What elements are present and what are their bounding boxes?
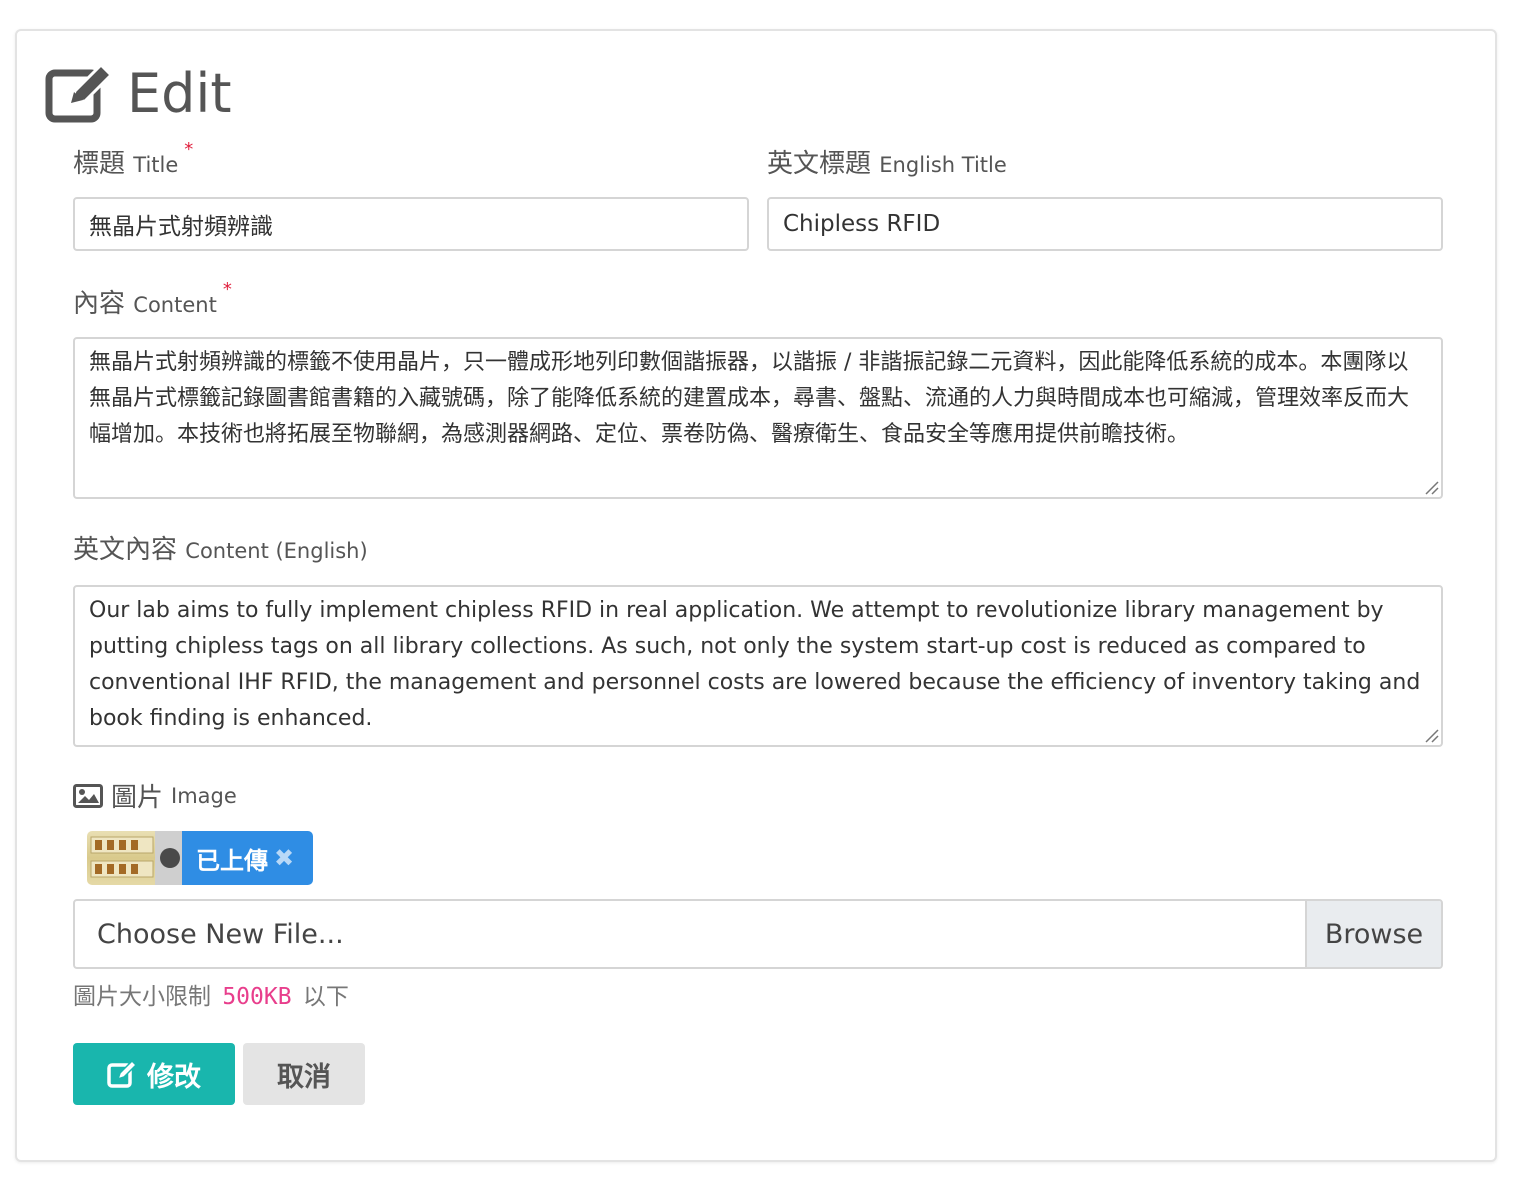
title-input[interactable]: 無晶片式射頻辨識 <box>73 197 749 251</box>
english-title-label-en: English Title <box>879 153 1007 177</box>
content-label: 內容 Content* <box>73 279 232 320</box>
browse-button[interactable]: Browse <box>1305 901 1441 967</box>
required-mark: * <box>184 139 194 160</box>
hint-size: 500KB <box>222 984 292 1010</box>
required-mark: * <box>222 279 232 300</box>
hint-suffix: 以下 <box>302 984 349 1010</box>
uploaded-image-chip: 已上傳 ✖ <box>87 831 313 885</box>
image-label-zh: 圖片 <box>111 783 164 813</box>
rfid-tags-thumbnail-icon <box>90 831 182 885</box>
hint-prefix: 圖片大小限制 <box>73 984 211 1010</box>
resize-handle-icon[interactable] <box>1423 727 1439 743</box>
image-label: 圖片 Image <box>73 777 237 814</box>
remove-image-icon[interactable]: ✖ <box>274 844 294 872</box>
english-title-label-zh: 英文標題 <box>767 149 872 179</box>
title-label: 標題 Title* <box>73 139 193 180</box>
english-content-textarea[interactable]: Our lab aims to fully implement chipless… <box>73 585 1443 747</box>
page-header: Edit <box>45 61 232 125</box>
edit-icon <box>45 63 113 123</box>
cancel-button-label: 取消 <box>277 1061 331 1093</box>
cancel-button[interactable]: 取消 <box>243 1043 365 1105</box>
uploaded-label: 已上傳 <box>196 846 268 875</box>
content-textarea[interactable]: 無晶片式射頻辨識的標籤不使用晶片，只一體成形地列印數個諧振器，以諧振 / 非諧振… <box>73 337 1443 499</box>
title-label-en: Title <box>133 153 179 177</box>
english-content-label-zh: 英文內容 <box>73 535 178 565</box>
file-input[interactable]: Choose New File... Browse <box>73 899 1443 969</box>
edit-card: Edit 標題 Title* 無晶片式射頻辨識 英文標題 English Tit… <box>15 29 1497 1162</box>
edit-icon <box>107 1060 137 1088</box>
image-label-en: Image <box>171 783 237 808</box>
uploaded-image-thumbnail <box>87 831 182 885</box>
uploaded-badge: 已上傳 ✖ <box>182 831 313 885</box>
file-input-placeholder[interactable]: Choose New File... <box>75 901 1305 967</box>
content-text: 無晶片式射頻辨識的標籤不使用晶片，只一體成形地列印數個諧振器，以諧振 / 非諧振… <box>89 350 1410 447</box>
image-icon <box>73 783 103 808</box>
resize-handle-icon[interactable] <box>1423 479 1439 495</box>
page-title: Edit <box>127 61 232 125</box>
english-content-label: 英文內容 Content (English) <box>73 529 368 566</box>
english-title-input[interactable]: Chipless RFID <box>767 197 1443 251</box>
file-size-hint: 圖片大小限制 500KB 以下 <box>73 977 349 1011</box>
content-label-zh: 內容 <box>73 289 126 319</box>
english-content-label-en: Content (English) <box>185 539 368 563</box>
save-button[interactable]: 修改 <box>73 1043 235 1105</box>
save-button-label: 修改 <box>147 1061 201 1093</box>
title-label-zh: 標題 <box>73 149 126 179</box>
english-content-text: Our lab aims to fully implement chipless… <box>89 598 1421 731</box>
english-title-label: 英文標題 English Title <box>767 143 1007 180</box>
content-label-en: Content <box>133 293 217 317</box>
